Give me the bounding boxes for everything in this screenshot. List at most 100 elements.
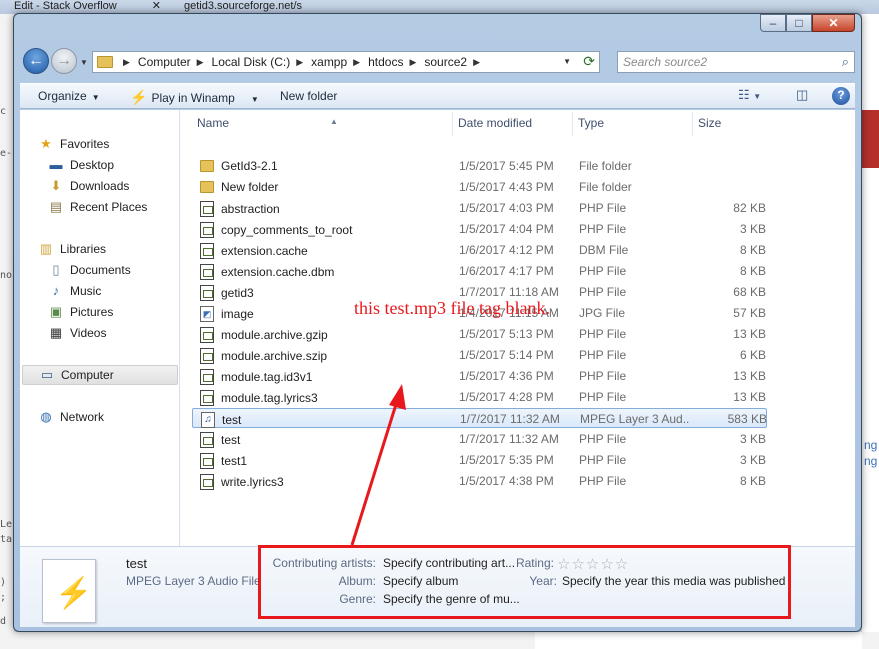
maximize-button[interactable]: □	[786, 14, 812, 32]
breadcrumb-xampp[interactable]: xampp	[311, 55, 347, 69]
help-button[interactable]: ?	[832, 87, 850, 105]
recent-pages-dropdown[interactable]: ▼	[80, 58, 88, 67]
nav-videos[interactable]: ▦ Videos	[48, 323, 107, 343]
chevron-right-icon[interactable]: ▶	[296, 57, 303, 68]
search-icon[interactable]: ⌕	[842, 52, 849, 72]
nav-label: Desktop	[70, 158, 115, 172]
file-type: PHP File	[579, 201, 627, 215]
php-file-icon	[200, 348, 214, 364]
back-button[interactable]: ←	[23, 48, 49, 74]
file-name: image	[221, 307, 254, 321]
change-view-button[interactable]: ☷ ▼	[738, 87, 761, 103]
file-date: 1/5/2017 4:03 PM	[459, 201, 554, 215]
chevron-right-icon[interactable]: ▶	[409, 57, 416, 68]
forward-button[interactable]: →	[51, 48, 77, 74]
column-header-type[interactable]: Type	[573, 112, 693, 136]
file-row[interactable]: module.archive.gzip 1/5/2017 5:13 PM PHP F…	[192, 324, 767, 344]
file-row[interactable]: test 1/7/2017 11:32 AM PHP File 3 KB	[192, 429, 767, 449]
search-input[interactable]: Search source2 ⌕	[617, 51, 855, 73]
file-row[interactable]: test1 1/5/2017 5:35 PM PHP File 3 KB	[192, 450, 767, 470]
column-header-size[interactable]: Size	[693, 112, 767, 136]
new-folder-button[interactable]: New folder	[280, 89, 337, 103]
tab-label: getid3.sourceforge.net/s	[184, 0, 303, 12]
chevron-right-icon[interactable]: ▶	[473, 57, 480, 68]
refresh-icon[interactable]: ⟳	[583, 53, 595, 70]
close-button[interactable]: ✕	[812, 14, 855, 32]
file-name-cell: extension.cache	[200, 243, 450, 259]
nav-label: Music	[70, 284, 102, 298]
file-type: DBM File	[579, 243, 629, 257]
nav-label: Favorites	[60, 137, 110, 151]
address-history-dropdown[interactable]: ▼	[563, 57, 571, 66]
php-file-icon	[200, 243, 214, 259]
file-row[interactable]: write.lyrics3 1/5/2017 4:38 PM PHP File 8 K…	[192, 471, 767, 491]
nav-music[interactable]: ♪ Music	[48, 281, 102, 301]
videos-icon: ▦	[49, 325, 63, 340]
file-row[interactable]: ♫ test 1/7/2017 11:32 AM MPEG Layer 3 Aud..…	[192, 408, 767, 428]
background-link[interactable]: ng	[864, 454, 877, 468]
chevron-down-icon: ▼	[91, 93, 100, 102]
minimize-button[interactable]: –	[760, 14, 786, 32]
file-row[interactable]: abstraction 1/5/2017 4:03 PM PHP File 82 KB	[192, 198, 767, 218]
nav-downloads[interactable]: ⬇ Downloads	[48, 176, 130, 196]
file-row[interactable]: extension.cache 1/6/2017 4:12 PM DBM File 8…	[192, 240, 767, 260]
chevron-right-icon[interactable]: ▶	[123, 57, 130, 68]
close-icon[interactable]: ✕	[152, 0, 161, 12]
nav-documents[interactable]: ▯ Documents	[48, 260, 131, 280]
breadcrumb-local-disk[interactable]: Local Disk (C:)	[212, 55, 291, 69]
file-type: PHP File	[579, 348, 627, 362]
file-date: 1/5/2017 4:04 PM	[459, 222, 554, 236]
file-row[interactable]: module.archive.szip 1/5/2017 5:14 PM PHP F…	[192, 345, 767, 365]
nav-label: Downloads	[70, 179, 130, 193]
nav-network[interactable]: ◍ Network	[38, 407, 104, 427]
file-name: module.tag.lyrics3	[221, 391, 318, 405]
column-header-name[interactable]: ▲ Name	[192, 112, 453, 136]
computer-icon: ▭	[40, 367, 54, 382]
annotation-text: this test.mp3 file tag blank.	[354, 298, 550, 318]
chevron-down-icon: ▼	[753, 92, 762, 101]
file-name: module.archive.szip	[221, 349, 328, 363]
php-file-icon	[200, 474, 214, 490]
documents-icon: ▯	[52, 262, 60, 277]
nav-label: Documents	[70, 263, 131, 277]
browser-tab-stackoverflow[interactable]: Edit - Stack Overflow ✕	[0, 0, 165, 14]
organize-button[interactable]: Organize ▼	[38, 89, 100, 103]
browser-tab-getid3[interactable]: getid3.sourceforge.net/s	[170, 0, 340, 14]
annotation-highlight-box	[258, 545, 791, 619]
background-link[interactable]: ng	[864, 438, 877, 452]
file-row[interactable]: New folder 1/5/2017 4:43 PM File folder	[192, 177, 767, 197]
chevron-right-icon[interactable]: ▶	[197, 57, 204, 68]
file-row[interactable]: copy_comments_to_root 1/5/2017 4:04 PM PHP…	[192, 219, 767, 239]
nav-recent-places[interactable]: ▤ Recent Places	[48, 197, 148, 217]
file-name: extension.cache	[221, 244, 308, 258]
file-size: 6 KB	[739, 348, 766, 362]
search-placeholder: Search source2	[623, 55, 708, 69]
file-size: 8 KB	[739, 474, 766, 488]
chevron-right-icon[interactable]: ▶	[353, 57, 360, 68]
address-bar[interactable]: ▶ Computer ▶ Local Disk (C:) ▶ xampp ▶ h…	[92, 51, 600, 73]
file-row[interactable]: GetId3-2.1 1/5/2017 5:45 PM File folder	[192, 156, 767, 176]
file-name: test	[221, 433, 241, 447]
breadcrumb-computer[interactable]: Computer	[138, 55, 191, 69]
preview-pane-button[interactable]: ◫	[796, 87, 808, 103]
nav-favorites[interactable]: ★ Favorites	[38, 134, 109, 154]
file-date: 1/5/2017 5:45 PM	[459, 159, 554, 173]
file-name: getid3	[221, 286, 254, 300]
breadcrumb-htdocs[interactable]: htdocs	[368, 55, 403, 69]
play-in-winamp-button[interactable]: ⚡ Play in Winamp ▼	[130, 89, 259, 106]
file-name: GetId3-2.1	[221, 159, 278, 173]
nav-computer[interactable]: ▭ Computer	[22, 365, 178, 385]
file-row[interactable]: module.tag.id3v1 1/5/2017 4:36 PM PHP File…	[192, 366, 767, 386]
nav-libraries[interactable]: ▥ Libraries	[38, 239, 106, 259]
nav-pictures[interactable]: ▣ Pictures	[48, 302, 114, 322]
nav-label: Libraries	[60, 242, 107, 256]
file-date: 1/5/2017 4:36 PM	[459, 369, 554, 383]
column-header-date[interactable]: Date modified	[453, 112, 573, 136]
details-title: test	[126, 556, 147, 571]
breadcrumb-source2[interactable]: source2	[424, 55, 467, 69]
column-label: Name	[197, 116, 230, 130]
nav-desktop[interactable]: ▬ Desktop	[48, 155, 115, 175]
file-row[interactable]: extension.cache.dbm 1/6/2017 4:17 PM PHP F…	[192, 261, 767, 281]
file-list: ▲ Name Date modified Type Size GetId3-2.…	[180, 110, 855, 546]
file-row[interactable]: module.tag.lyrics3 1/5/2017 4:28 PM PHP Fi…	[192, 387, 767, 407]
